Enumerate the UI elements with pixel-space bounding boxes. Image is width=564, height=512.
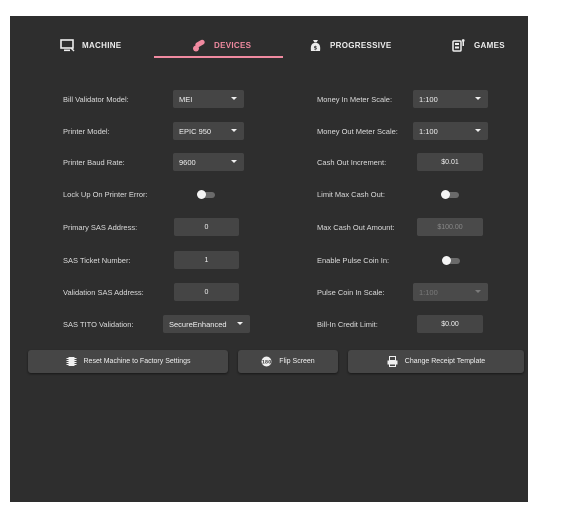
lock-up-on-printer-error-label: Lock Up On Printer Error:	[63, 190, 148, 199]
pulse-coin-in-scale-label: Pulse Coin In Scale:	[317, 288, 385, 297]
money-in-meter-scale-value: 1:100	[419, 94, 438, 104]
bill-validator-model-label: Bill Validator Model:	[63, 95, 129, 104]
tab-machine[interactable]: MACHINE	[60, 36, 121, 54]
max-cash-out-amount-label: Max Cash Out Amount:	[317, 223, 395, 232]
change-receipt-template-label: Change Receipt Template	[404, 358, 486, 365]
bill-in-credit-limit-input[interactable]: $0.00	[417, 315, 483, 333]
printer-baud-rate-label: Printer Baud Rate:	[63, 158, 125, 167]
chevron-down-icon	[231, 160, 237, 163]
money-bag-icon: $	[310, 39, 321, 51]
enable-pulse-coin-in-toggle[interactable]	[442, 256, 460, 265]
flip-screen-label: Flip Screen	[279, 358, 315, 365]
validation-sas-address-input[interactable]: 0	[174, 283, 239, 301]
svg-text:180: 180	[262, 359, 272, 365]
money-in-meter-scale-select[interactable]: 1:100	[413, 90, 488, 108]
chevron-down-icon	[231, 129, 237, 132]
bill-in-credit-limit-label: Bill-In Credit Limit:	[317, 320, 378, 329]
pulse-coin-in-scale-select[interactable]: 1:100	[413, 283, 488, 301]
tab-progressive[interactable]: $ PROGRESSIVE	[308, 36, 392, 54]
sas-ticket-number-label: SAS Ticket Number:	[63, 256, 131, 265]
cash-out-increment-label: Cash Out Increment:	[317, 158, 387, 167]
reset-factory-settings-label: Reset Machine to Factory Settings	[83, 358, 191, 365]
flip-screen-button[interactable]: 180 Flip Screen	[238, 350, 338, 373]
chevron-down-icon	[231, 97, 237, 100]
toggle-knob	[441, 190, 450, 199]
tab-devices-label: DEVICES	[214, 40, 252, 50]
max-cash-out-amount-input[interactable]: $100.00	[417, 218, 483, 236]
tab-bar: MACHINE DEVICES $ PROGRESSIVE GAMES	[10, 16, 528, 60]
sas-tito-validation-label: SAS TITO Validation:	[63, 320, 134, 329]
pulse-coin-in-scale-value: 1:100	[419, 287, 438, 297]
games-icon	[452, 38, 465, 52]
bill-validator-model-value: MEI	[179, 94, 193, 104]
printer-baud-rate-select[interactable]: 9600	[173, 153, 244, 171]
active-tab-indicator	[154, 56, 283, 58]
lock-up-on-printer-error-toggle[interactable]	[197, 190, 215, 199]
primary-sas-address-input[interactable]: 0	[174, 218, 239, 236]
toggle-knob	[197, 190, 206, 199]
printer-model-value: EPIC 950	[179, 126, 212, 136]
printer-model-select[interactable]: EPIC 950	[173, 122, 244, 140]
limit-max-cash-out-label: Limit Max Cash Out:	[317, 190, 385, 199]
limit-max-cash-out-toggle[interactable]	[441, 190, 459, 199]
enable-pulse-coin-in-label: Enable Pulse Coin In:	[317, 256, 390, 265]
rotate-180-icon: 180	[261, 356, 272, 367]
sas-ticket-number-input[interactable]: 1	[174, 251, 239, 269]
money-out-meter-scale-label: Money Out Meter Scale:	[317, 127, 398, 136]
change-receipt-template-button[interactable]: Change Receipt Template	[348, 350, 524, 373]
money-in-meter-scale-label: Money In Meter Scale:	[317, 95, 393, 104]
monitor-icon	[60, 38, 75, 51]
toggle-knob	[442, 256, 451, 265]
money-out-meter-scale-value: 1:100	[419, 126, 438, 136]
money-out-meter-scale-select[interactable]: 1:100	[413, 122, 488, 140]
chevron-down-icon	[237, 322, 243, 325]
validation-sas-address-label: Validation SAS Address:	[63, 288, 144, 297]
tab-machine-label: MACHINE	[82, 40, 122, 50]
tab-games[interactable]: GAMES	[452, 36, 505, 54]
chevron-down-icon	[475, 97, 481, 100]
bill-validator-model-select[interactable]: MEI	[173, 90, 244, 108]
sas-tito-validation-value: SecureEnhanced	[169, 319, 227, 329]
settings-panel: MACHINE DEVICES $ PROGRESSIVE GAMES Bill…	[10, 16, 528, 502]
tab-devices[interactable]: DEVICES	[192, 36, 251, 54]
tab-progressive-label: PROGRESSIVE	[330, 40, 392, 50]
sas-tito-validation-select[interactable]: SecureEnhanced	[163, 315, 250, 333]
chevron-down-icon	[475, 290, 481, 293]
tab-games-label: GAMES	[474, 40, 505, 50]
cash-out-increment-input[interactable]: $0.01	[417, 153, 483, 171]
printer-model-label: Printer Model:	[63, 127, 110, 136]
reset-factory-settings-button[interactable]: Reset Machine to Factory Settings	[28, 350, 228, 373]
primary-sas-address-label: Primary SAS Address:	[63, 223, 138, 232]
chip-icon	[66, 357, 76, 366]
printer-baud-rate-value: 9600	[179, 157, 196, 167]
pills-icon	[193, 39, 205, 51]
chevron-down-icon	[475, 129, 481, 132]
receipt-printer-icon	[387, 356, 398, 367]
svg-text:$: $	[314, 45, 318, 51]
